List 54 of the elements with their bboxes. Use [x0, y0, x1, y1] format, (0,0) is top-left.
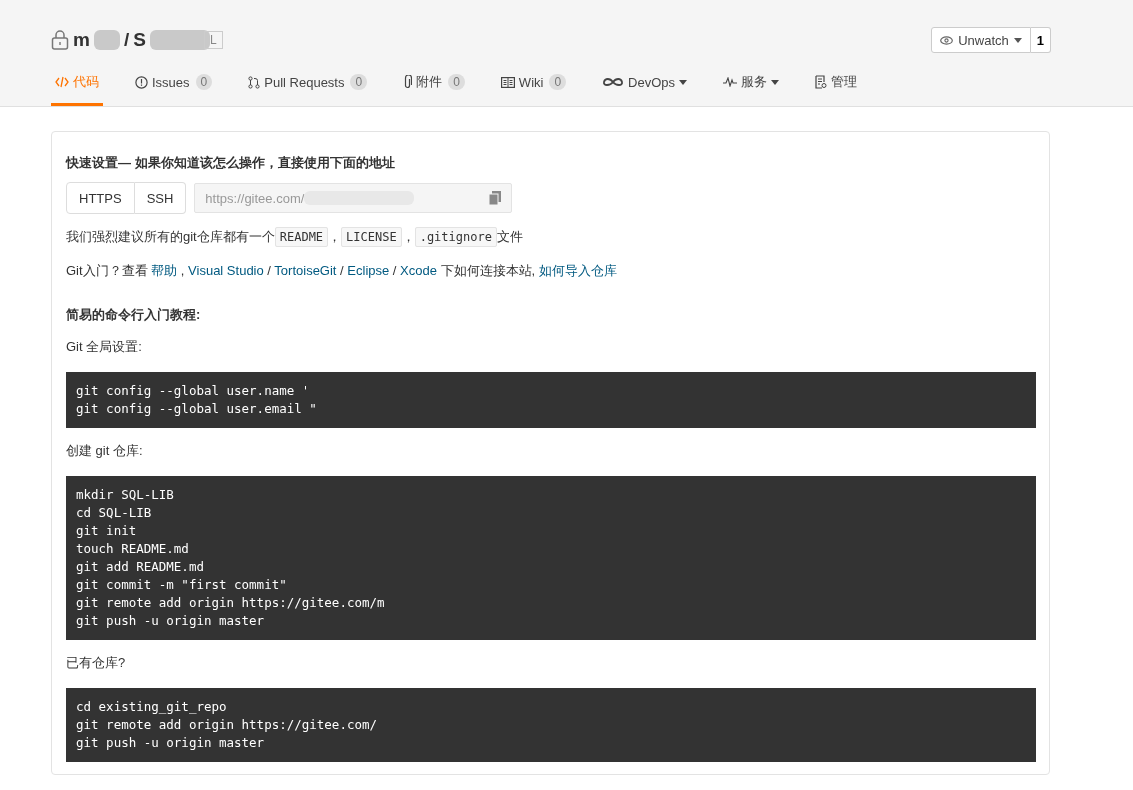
protocol-button[interactable]: SSH [134, 182, 187, 214]
paperclip-icon [403, 75, 413, 89]
code-line: git push -u origin master [76, 613, 265, 628]
issue-icon [135, 75, 148, 89]
pulse-icon [723, 77, 738, 87]
lock-icon [51, 30, 69, 50]
code-line: cd existing_git_repo [76, 699, 227, 714]
code-line: touch README.md [76, 541, 189, 556]
help-link[interactable]: Eclipse [347, 263, 390, 278]
code-line: mkdir SQL-LIB [76, 487, 174, 502]
code-line: git config --global user.email " [76, 401, 317, 416]
code-line: git remote add origin https://gitee.com/m [76, 595, 385, 610]
repo-tab[interactable]: 服务 [719, 58, 784, 106]
step-label: 创建 git 仓库: [66, 442, 144, 460]
eye-icon [940, 35, 954, 45]
watch-count[interactable]: 1 [1030, 27, 1051, 53]
repo-tab[interactable]: 管理 [811, 58, 862, 106]
code-line: git commit -m "first commit" [76, 577, 287, 592]
path-separator: / [123, 29, 130, 51]
unwatch-button[interactable]: Unwatch [931, 27, 1031, 53]
code-line: git add README.md [76, 559, 204, 574]
recommendation-text: 我们强烈建议所有的git仓库都有一个 README ， LICENSE ， .gitignore 文件 [66, 226, 1035, 248]
step-label: Git 全局设置: [66, 338, 143, 356]
code-line: git remote add origin https://gitee.com/ [76, 717, 378, 732]
code-line: git push -u origin master [76, 735, 265, 750]
repo-name[interactable]: S [133, 29, 146, 51]
document-icon [815, 75, 828, 89]
repo-tab[interactable]: DevOps [598, 58, 692, 106]
repo-tab[interactable]: Pull Requests 0 [244, 58, 372, 106]
help-link[interactable]: TortoiseGit [274, 263, 337, 278]
code-line: git init [76, 523, 137, 538]
repo-tab[interactable]: Wiki 0 [496, 58, 571, 106]
repo-tab[interactable]: 附件 0 [399, 58, 469, 106]
copy-icon[interactable] [489, 191, 502, 205]
help-link[interactable]: 如何导入仓库 [538, 263, 617, 278]
infinity-icon [602, 77, 625, 87]
help-link[interactable]: 帮助 [151, 263, 178, 278]
help-text: Git入门？查看 帮助 , Visual Studio / TortoiseGit / Eclipse / Xcode 下如何连接本站, 如何导入仓库 [66, 262, 618, 280]
book-icon [500, 76, 515, 88]
help-link[interactable]: Xcode [400, 263, 437, 278]
step-label: 已有仓库? [66, 654, 127, 672]
redaction-blur [93, 30, 120, 50]
code-icon [55, 76, 69, 88]
redaction-blur [149, 30, 210, 50]
section-title: 简易的命令行入门教程: [66, 306, 202, 324]
protocol-button[interactable]: HTTPS [66, 182, 135, 214]
help-link[interactable]: Visual Studio [188, 263, 264, 278]
pull-request-icon [248, 75, 261, 89]
caret-icon [1013, 37, 1022, 43]
code-line: git config --global user.name ' [76, 383, 310, 398]
repo-owner[interactable]: m [73, 29, 90, 51]
code-line: cd SQL-LIB [76, 505, 152, 520]
section-title: 快速设置— 如果你知道该怎么操作，直接使用下面的地址 [66, 154, 396, 172]
repo-tab[interactable]: Issues 0 [131, 58, 217, 106]
